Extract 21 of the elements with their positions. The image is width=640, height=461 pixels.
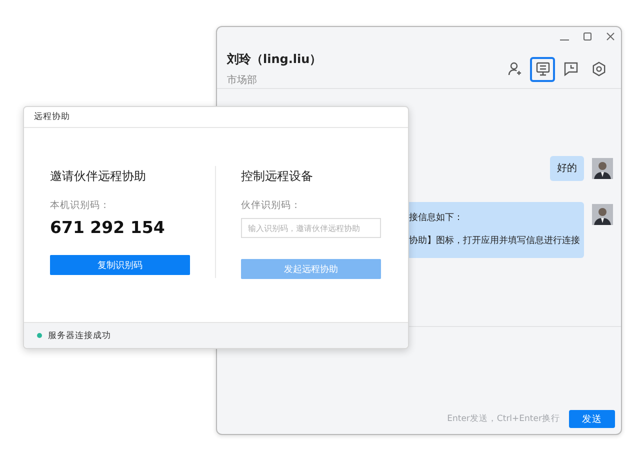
message-text: 协助】图标，打开应用并填写信息进行连接	[409, 234, 580, 248]
message-text: 好的	[557, 162, 577, 175]
device-code: 671 292 154	[50, 218, 166, 237]
avatar	[592, 204, 613, 225]
copy-code-button[interactable]: 复制识别码	[50, 255, 190, 275]
monitor-icon[interactable]	[530, 56, 555, 82]
code-input-field[interactable]: 输入识别码，邀请伙伴远程协助	[241, 218, 381, 238]
section-heading: 邀请伙伴远程协助	[50, 168, 147, 185]
dialog-title: 远程协助	[34, 111, 70, 123]
message-text: 接信息如下：	[409, 212, 464, 225]
field-label: 伙伴识别码：	[241, 199, 302, 212]
section-heading: 控制远程设备	[241, 168, 314, 185]
send-button[interactable]: 发送	[569, 410, 615, 428]
close-icon[interactable]	[606, 32, 615, 41]
field-label: 本机识别码：	[50, 199, 111, 212]
department-label: 市场部	[227, 74, 258, 87]
shortcut-hint: Enter发送，Ctrl+Enter换行	[447, 413, 560, 425]
status-text: 服务器连接成功	[48, 330, 111, 342]
avatar	[592, 158, 613, 179]
maximize-icon[interactable]	[583, 32, 592, 41]
contact-name: 刘玲（ling.liu）	[227, 51, 322, 68]
